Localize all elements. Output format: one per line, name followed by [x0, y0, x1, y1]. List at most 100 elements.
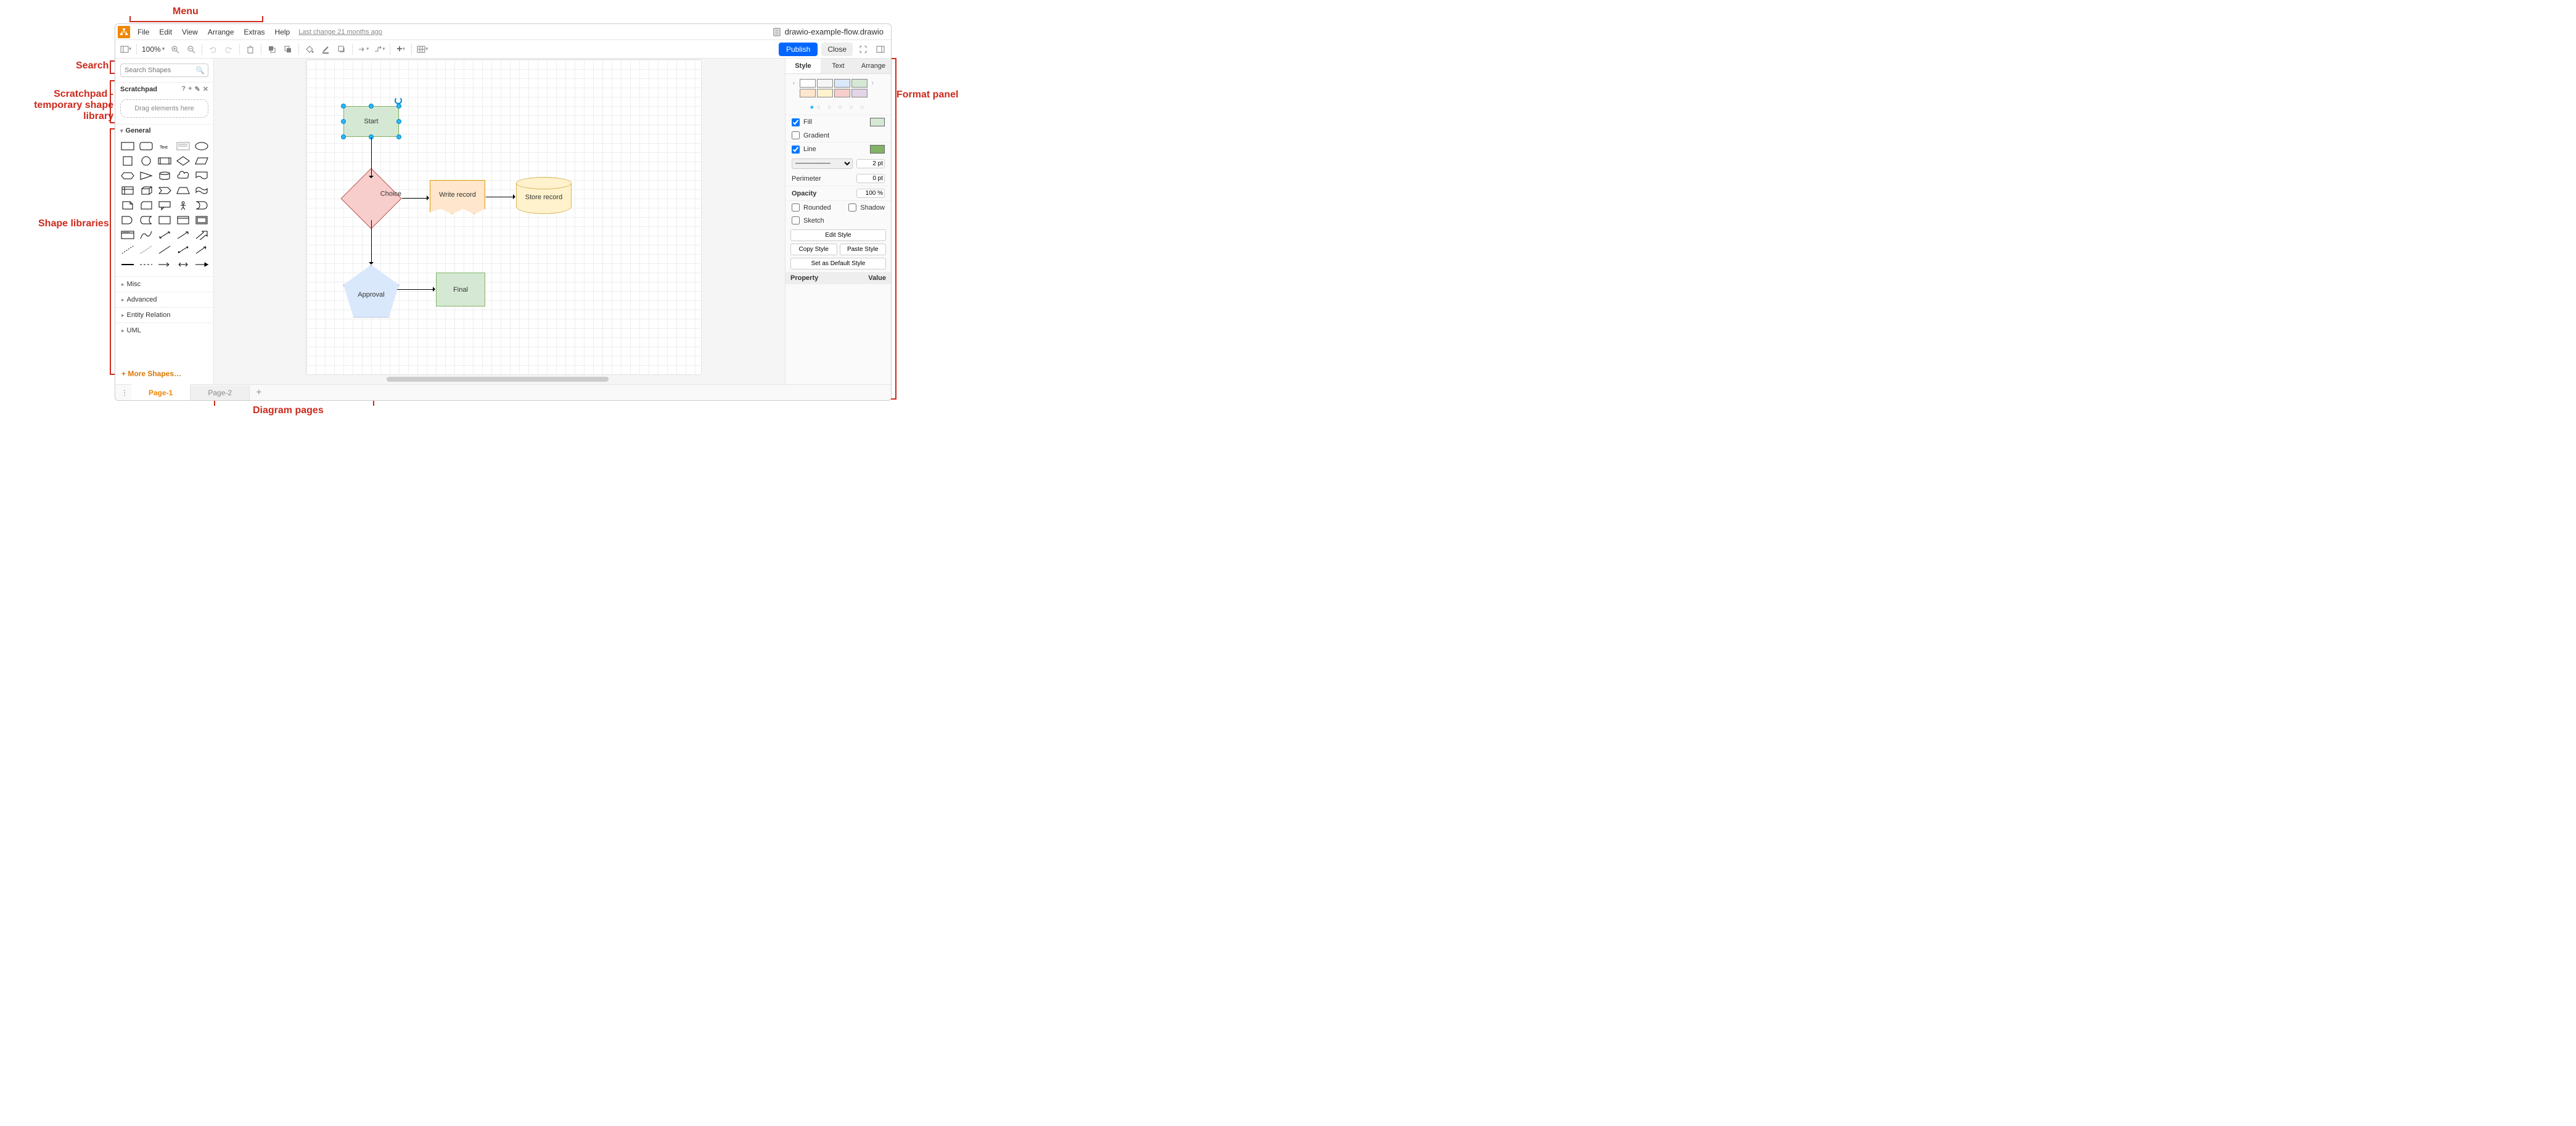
shape-circle[interactable]	[139, 155, 154, 166]
swatch[interactable]	[851, 89, 868, 97]
edge-choice-approval[interactable]	[371, 220, 372, 263]
shape-data-storage[interactable]	[139, 215, 154, 226]
shape-container-header[interactable]	[176, 215, 191, 226]
sketch-checkbox[interactable]	[792, 216, 800, 224]
shape-bidir-arrow[interactable]	[157, 229, 172, 240]
resize-handle-se[interactable]	[396, 134, 401, 139]
to-front-icon[interactable]	[265, 43, 279, 56]
line-color-chip[interactable]	[870, 145, 885, 154]
to-back-icon[interactable]	[281, 43, 295, 56]
table-icon[interactable]: ▾	[416, 43, 429, 56]
horizontal-scrollbar[interactable]	[387, 377, 609, 382]
paper[interactable]: Start Choice Wri	[306, 60, 701, 374]
tab-arrange[interactable]: Arrange	[856, 59, 891, 73]
opacity-input[interactable]	[856, 189, 885, 198]
shape-rect[interactable]	[120, 141, 135, 152]
shape-line[interactable]	[157, 244, 172, 255]
shape-and[interactable]	[120, 215, 135, 226]
menu-file[interactable]: File	[133, 25, 154, 39]
node-final[interactable]: Final	[436, 273, 485, 306]
more-shapes-button[interactable]: + More Shapes…	[115, 363, 213, 384]
shape-or[interactable]	[194, 200, 209, 211]
shape-bidir-line[interactable]	[176, 244, 191, 255]
gradient-checkbox[interactable]	[792, 131, 800, 139]
line-color-icon[interactable]	[319, 43, 332, 56]
pages-menu-icon[interactable]: ⋮	[118, 388, 131, 397]
delete-icon[interactable]	[244, 43, 257, 56]
edge-start-choice[interactable]	[371, 138, 372, 177]
tab-style[interactable]: Style	[786, 59, 821, 73]
insert-icon[interactable]: +▾	[394, 43, 408, 56]
menu-arrange[interactable]: Arrange	[203, 25, 239, 39]
palette-dots[interactable]: ●○ ○ ○ ○ ○	[786, 102, 891, 115]
shape-container[interactable]	[157, 215, 172, 226]
menu-extras[interactable]: Extras	[239, 25, 270, 39]
close-button[interactable]: Close	[821, 43, 853, 56]
canvas[interactable]: Start Choice Wri	[214, 59, 785, 384]
shape-dotted-line[interactable]	[139, 244, 154, 255]
edge-approval-final[interactable]	[397, 289, 434, 290]
edge-choice-write[interactable]	[402, 198, 428, 199]
shape-arrow[interactable]	[176, 229, 191, 240]
shape-cloud[interactable]	[176, 170, 191, 181]
shape-thick-arrow[interactable]	[194, 229, 209, 240]
scratchpad-edit-icon[interactable]: ✎	[195, 85, 200, 93]
shape-callout[interactable]	[157, 200, 172, 211]
lib-entity-relation[interactable]: ▸Entity Relation	[115, 307, 213, 323]
line-checkbox[interactable]	[792, 146, 800, 154]
set-default-style-button[interactable]: Set as Default Style	[790, 258, 886, 269]
palette-prev-icon[interactable]: ‹	[790, 80, 798, 87]
last-change-link[interactable]: Last change 21 months ago	[298, 28, 382, 36]
shape-internal-storage[interactable]	[120, 185, 135, 196]
swatch[interactable]	[800, 79, 816, 88]
line-width-input[interactable]	[856, 159, 885, 168]
page-tab-1[interactable]: Page-1	[131, 384, 191, 400]
general-header[interactable]: ▾ General	[115, 124, 213, 137]
shape-card[interactable]	[139, 200, 154, 211]
shape-parallelogram[interactable]	[194, 155, 209, 166]
swatch[interactable]	[834, 89, 850, 97]
property-header[interactable]: Property Value	[786, 272, 891, 284]
fullscreen-icon[interactable]	[856, 43, 870, 56]
shape-list[interactable]: List Item	[120, 229, 135, 240]
resize-handle-nw[interactable]	[341, 104, 346, 109]
node-approval[interactable]: Approval	[340, 263, 402, 319]
shape-diamond[interactable]	[176, 155, 191, 166]
zoom-level[interactable]: 100%▾	[141, 45, 166, 54]
swatch[interactable]	[800, 89, 816, 97]
scratchpad-header[interactable]: Scratchpad ? + ✎ ✕	[115, 82, 213, 96]
undo-icon[interactable]	[206, 43, 219, 56]
shape-note[interactable]	[120, 200, 135, 211]
swatch[interactable]	[817, 89, 833, 97]
shape-triangle[interactable]	[139, 170, 154, 181]
redo-icon[interactable]	[222, 43, 236, 56]
shape-hexagon[interactable]	[120, 170, 135, 181]
resize-handle-e[interactable]	[396, 119, 401, 124]
shape-link-dashed[interactable]	[139, 259, 154, 270]
publish-button[interactable]: Publish	[779, 43, 818, 56]
shape-link-arrow-filled[interactable]	[194, 259, 209, 270]
copy-style-button[interactable]: Copy Style	[790, 244, 837, 255]
fill-color-icon[interactable]	[303, 43, 316, 56]
shape-text[interactable]: Text	[157, 141, 172, 152]
page-tab-2[interactable]: Page-2	[191, 385, 250, 400]
shape-square[interactable]	[120, 155, 135, 166]
shape-ellipse[interactable]	[194, 141, 209, 152]
menu-edit[interactable]: Edit	[154, 25, 177, 39]
swatch[interactable]	[834, 79, 850, 88]
shape-cylinder[interactable]	[157, 170, 172, 181]
swatch[interactable]	[851, 79, 868, 88]
menu-help[interactable]: Help	[270, 25, 295, 39]
shape-textbox[interactable]	[176, 141, 191, 152]
sidebar-toggle-icon[interactable]: ▾	[119, 43, 133, 56]
format-panel-toggle-icon[interactable]	[874, 43, 887, 56]
resize-handle-n[interactable]	[369, 104, 374, 109]
line-style-select[interactable]: ────────	[792, 158, 853, 169]
shadow-checkbox[interactable]	[848, 203, 856, 212]
shape-step[interactable]	[157, 185, 172, 196]
resize-handle-ne[interactable]	[396, 104, 401, 109]
shape-link-arrow-open[interactable]	[157, 259, 172, 270]
shape-rounded-rect[interactable]	[139, 141, 154, 152]
zoom-in-icon[interactable]	[168, 43, 182, 56]
shape-directional-line[interactable]	[194, 244, 209, 255]
